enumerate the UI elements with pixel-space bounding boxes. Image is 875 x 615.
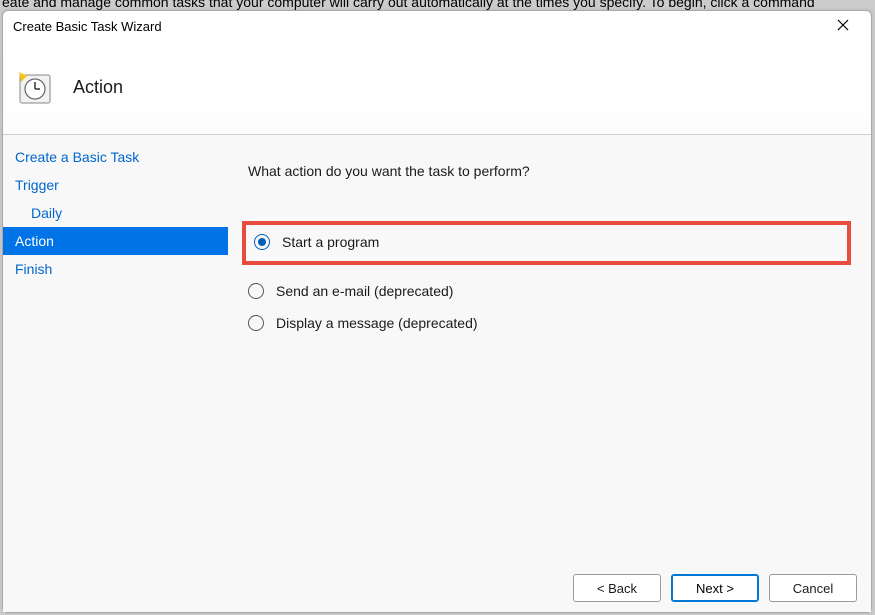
sidebar-item-create-basic-task[interactable]: Create a Basic Task	[3, 143, 228, 171]
back-button[interactable]: < Back	[573, 574, 661, 602]
option-display-a-message[interactable]: Display a message (deprecated)	[248, 313, 851, 333]
wizard-header: Action	[3, 41, 871, 135]
close-icon	[837, 18, 849, 34]
page-title: Action	[73, 77, 123, 98]
sidebar-item-trigger[interactable]: Trigger	[3, 171, 228, 199]
radio-icon	[248, 283, 264, 299]
option-send-an-email[interactable]: Send an e-mail (deprecated)	[248, 281, 851, 301]
background-window-text: eate and manage common tasks that your c…	[0, 0, 875, 10]
wizard-sidebar: Create a Basic Task Trigger Daily Action…	[3, 135, 228, 564]
wizard-window: Create Basic Task Wizard Action Create a…	[2, 10, 872, 613]
radio-icon	[248, 315, 264, 331]
highlight-annotation: Start a program	[242, 221, 851, 265]
action-options: Start a program Send an e-mail (deprecat…	[248, 221, 851, 333]
option-label: Send an e-mail (deprecated)	[276, 283, 453, 299]
window-title: Create Basic Task Wizard	[13, 19, 821, 34]
next-button[interactable]: Next >	[671, 574, 759, 602]
radio-icon	[254, 234, 270, 250]
option-label: Display a message (deprecated)	[276, 315, 478, 331]
sidebar-item-daily[interactable]: Daily	[3, 199, 228, 227]
cancel-button[interactable]: Cancel	[769, 574, 857, 602]
task-scheduler-icon	[17, 70, 53, 106]
action-prompt: What action do you want the task to perf…	[248, 163, 851, 179]
option-start-a-program[interactable]: Start a program	[254, 233, 379, 251]
wizard-body: Create a Basic Task Trigger Daily Action…	[3, 135, 871, 564]
wizard-content: What action do you want the task to perf…	[228, 135, 871, 564]
option-label: Start a program	[282, 234, 379, 250]
sidebar-item-action[interactable]: Action	[3, 227, 228, 255]
sidebar-item-finish[interactable]: Finish	[3, 255, 228, 283]
titlebar: Create Basic Task Wizard	[3, 11, 871, 41]
close-button[interactable]	[821, 12, 865, 40]
wizard-footer: < Back Next > Cancel	[3, 564, 871, 612]
